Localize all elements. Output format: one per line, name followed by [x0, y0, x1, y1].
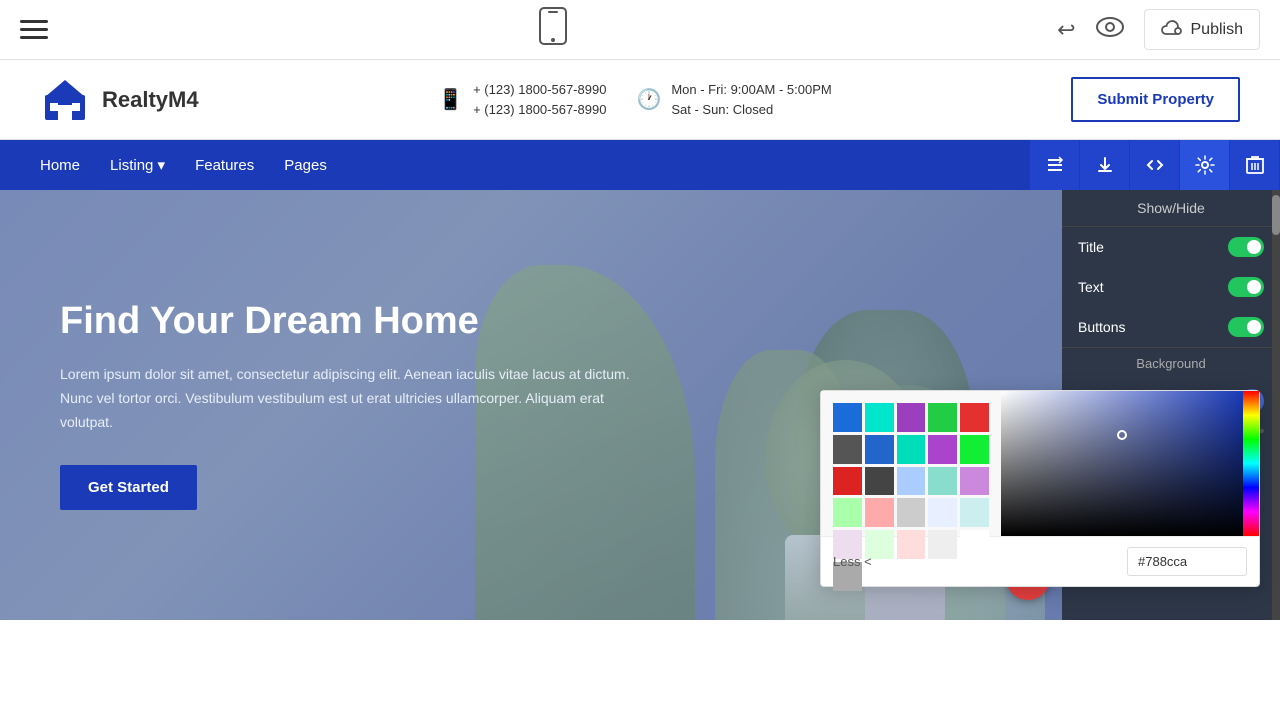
nav-links: Home Listing ▾ Features Pages [40, 156, 1030, 174]
hero-content: Find Your Dream Home Lorem ipsum dolor s… [0, 260, 700, 549]
title-toggle-row: Title [1062, 227, 1280, 267]
nav-bar: Home Listing ▾ Features Pages [0, 140, 1280, 190]
color-swatch-item[interactable] [833, 467, 862, 496]
color-swatch-item[interactable] [960, 435, 989, 464]
toolbar-center [538, 6, 568, 53]
hero-title: Find Your Dream Home [60, 300, 640, 343]
nav-tools [1030, 140, 1280, 190]
hamburger-icon[interactable] [20, 20, 48, 39]
top-toolbar: ↩ Publish [0, 0, 1280, 60]
buttons-toggle[interactable] [1228, 317, 1264, 337]
color-swatch-item[interactable] [897, 467, 926, 496]
nav-features[interactable]: Features [195, 157, 254, 174]
hours-text: Mon - Fri: 9:00AM - 5:00PM Sat - Sun: Cl… [671, 80, 831, 119]
color-swatch-item[interactable] [928, 435, 957, 464]
color-gradient[interactable] [1001, 391, 1243, 536]
color-swatch-item[interactable] [897, 498, 926, 527]
hours-contact: 🕐 Mon - Fri: 9:00AM - 5:00PM Sat - Sun: … [636, 80, 831, 119]
color-swatch-item[interactable] [865, 403, 894, 432]
title-label: Title [1078, 239, 1104, 255]
code-tool[interactable] [1130, 140, 1180, 190]
color-swatch-item[interactable] [833, 435, 862, 464]
color-swatch-item[interactable] [897, 435, 926, 464]
toolbar-left [20, 20, 48, 39]
clock-icon: 🕐 [636, 87, 661, 112]
color-swatch-item[interactable] [928, 530, 957, 559]
color-swatch-item[interactable] [960, 403, 989, 432]
hex-input[interactable] [1127, 547, 1247, 576]
less-button[interactable]: Less < [833, 554, 872, 569]
scrollbar[interactable] [1272, 190, 1280, 620]
hero-section: Find Your Dream Home Lorem ipsum dolor s… [0, 190, 1280, 620]
publish-button[interactable]: Publish [1144, 9, 1260, 50]
download-tool[interactable] [1080, 140, 1130, 190]
color-picker-panel: Less < [820, 390, 1260, 587]
panel-header: Show/Hide [1062, 190, 1280, 227]
logo-text: RealtyM4 [102, 87, 199, 113]
nav-pages[interactable]: Pages [284, 157, 327, 174]
color-swatch-item[interactable] [897, 403, 926, 432]
toolbar-right: ↩ Publish [1057, 9, 1260, 50]
phone-contact: 📱 + (123) 1800-567-8990 + (123) 1800-567… [438, 80, 606, 119]
buttons-toggle-row: Buttons [1062, 307, 1280, 347]
color-swatch-item[interactable] [833, 403, 862, 432]
color-swatch-item[interactable] [897, 530, 926, 559]
color-swatch-item[interactable] [833, 498, 862, 527]
delete-tool[interactable] [1230, 140, 1280, 190]
phone-text: + (123) 1800-567-8990 + (123) 1800-567-8… [473, 80, 606, 119]
header-bar: RealtyM4 📱 + (123) 1800-567-8990 + (123)… [0, 60, 1280, 140]
color-swatch-item[interactable] [865, 498, 894, 527]
hero-text: Lorem ipsum dolor sit amet, consectetur … [60, 363, 640, 434]
logo-area: RealtyM4 [40, 75, 199, 125]
color-swatch-item[interactable] [928, 498, 957, 527]
preview-icon[interactable] [1096, 17, 1124, 43]
text-label: Text [1078, 279, 1104, 295]
buttons-label: Buttons [1078, 319, 1125, 335]
title-toggle[interactable] [1228, 237, 1264, 257]
nav-listing[interactable]: Listing ▾ [110, 156, 165, 174]
color-swatch-item[interactable] [960, 498, 989, 527]
color-swatch-item[interactable] [928, 403, 957, 432]
color-swatch-item[interactable] [865, 435, 894, 464]
background-label: Background [1062, 347, 1280, 379]
undo-icon[interactable]: ↩ [1057, 17, 1075, 43]
color-swatch-item[interactable] [960, 467, 989, 496]
phone-icon: 📱 [438, 87, 463, 112]
mobile-preview-icon[interactable] [538, 6, 568, 53]
text-toggle-row: Text [1062, 267, 1280, 307]
color-swatches [821, 391, 1001, 536]
sort-tool[interactable] [1030, 140, 1080, 190]
text-toggle[interactable] [1228, 277, 1264, 297]
get-started-button[interactable]: Get Started [60, 465, 197, 510]
color-swatch-item[interactable] [865, 467, 894, 496]
logo-svg [40, 75, 90, 125]
contact-area: 📱 + (123) 1800-567-8990 + (123) 1800-567… [438, 80, 832, 119]
color-swatch-item[interactable] [928, 467, 957, 496]
color-picker-top [821, 391, 1259, 536]
publish-cloud-icon [1161, 18, 1183, 41]
hue-bar[interactable] [1243, 391, 1259, 536]
gradient-selector[interactable] [1117, 430, 1127, 440]
submit-property-button[interactable]: Submit Property [1071, 77, 1240, 122]
nav-home[interactable]: Home [40, 157, 80, 174]
color-swatch-item[interactable] [960, 530, 989, 559]
publish-label: Publish [1191, 21, 1243, 39]
settings-tool[interactable] [1180, 140, 1230, 190]
